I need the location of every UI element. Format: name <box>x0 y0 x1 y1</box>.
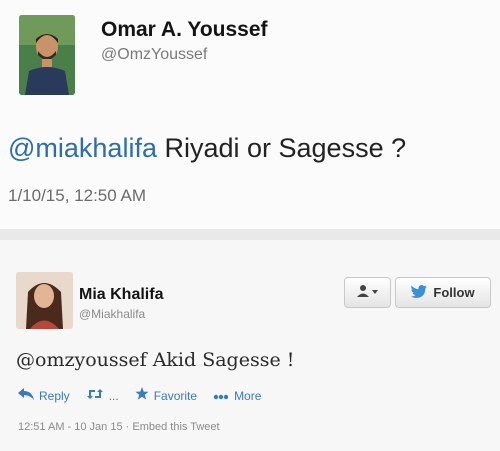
mention-link[interactable]: @miakhalifa <box>8 133 157 163</box>
retweet-action[interactable]: ... <box>86 387 123 404</box>
user-actions-button[interactable] <box>344 277 391 308</box>
author-name[interactable]: Mia Khalifa <box>79 286 163 304</box>
tweet-body: Riyadi or Sagesse ? <box>156 133 407 163</box>
tweet-card-1: Omar A. Youssef @OmzYoussef @miakhalifa … <box>0 0 500 229</box>
author-handle[interactable]: @Miakhalifa <box>79 307 145 321</box>
star-icon <box>135 387 149 404</box>
embed-link[interactable]: Embed this Tweet <box>132 421 219 433</box>
tweet-text: @omzyoussef Akid Sagesse ! <box>16 349 295 371</box>
favorite-action[interactable]: Favorite <box>135 387 201 404</box>
tweet-actions: Reply ... Favorite More <box>18 387 277 404</box>
tweet-meta: 12:51 AM - 10 Jan 15 · Embed this Tweet <box>18 421 220 433</box>
tweet-card-2 <box>0 240 500 451</box>
more-action[interactable]: More <box>213 387 265 404</box>
more-dots-icon <box>213 387 229 404</box>
tweet-text: @miakhalifa Riyadi or Sagesse ? <box>8 133 406 164</box>
reply-action[interactable]: Reply <box>18 387 74 404</box>
author-handle[interactable]: @OmzYoussef <box>101 46 207 64</box>
timestamp[interactable]: 12:51 AM - 10 Jan 15 <box>18 421 123 433</box>
author-name[interactable]: Omar A. Youssef <box>101 18 268 42</box>
reply-label: Reply <box>39 388 70 403</box>
user-icon <box>356 284 379 301</box>
timestamp[interactable]: 1/10/15, 12:50 AM <box>8 186 146 206</box>
retweet-icon <box>86 387 104 404</box>
more-label: More <box>234 388 262 403</box>
separator: · <box>122 421 133 433</box>
avatar[interactable] <box>19 15 75 95</box>
avatar[interactable] <box>16 272 73 329</box>
favorite-label: Favorite <box>153 388 198 403</box>
reply-arrow-icon <box>18 387 34 404</box>
follow-label: Follow <box>433 285 475 300</box>
follow-button[interactable]: Follow <box>395 277 491 308</box>
twitter-bird-icon <box>411 284 428 301</box>
retweet-label: ... <box>108 388 119 403</box>
